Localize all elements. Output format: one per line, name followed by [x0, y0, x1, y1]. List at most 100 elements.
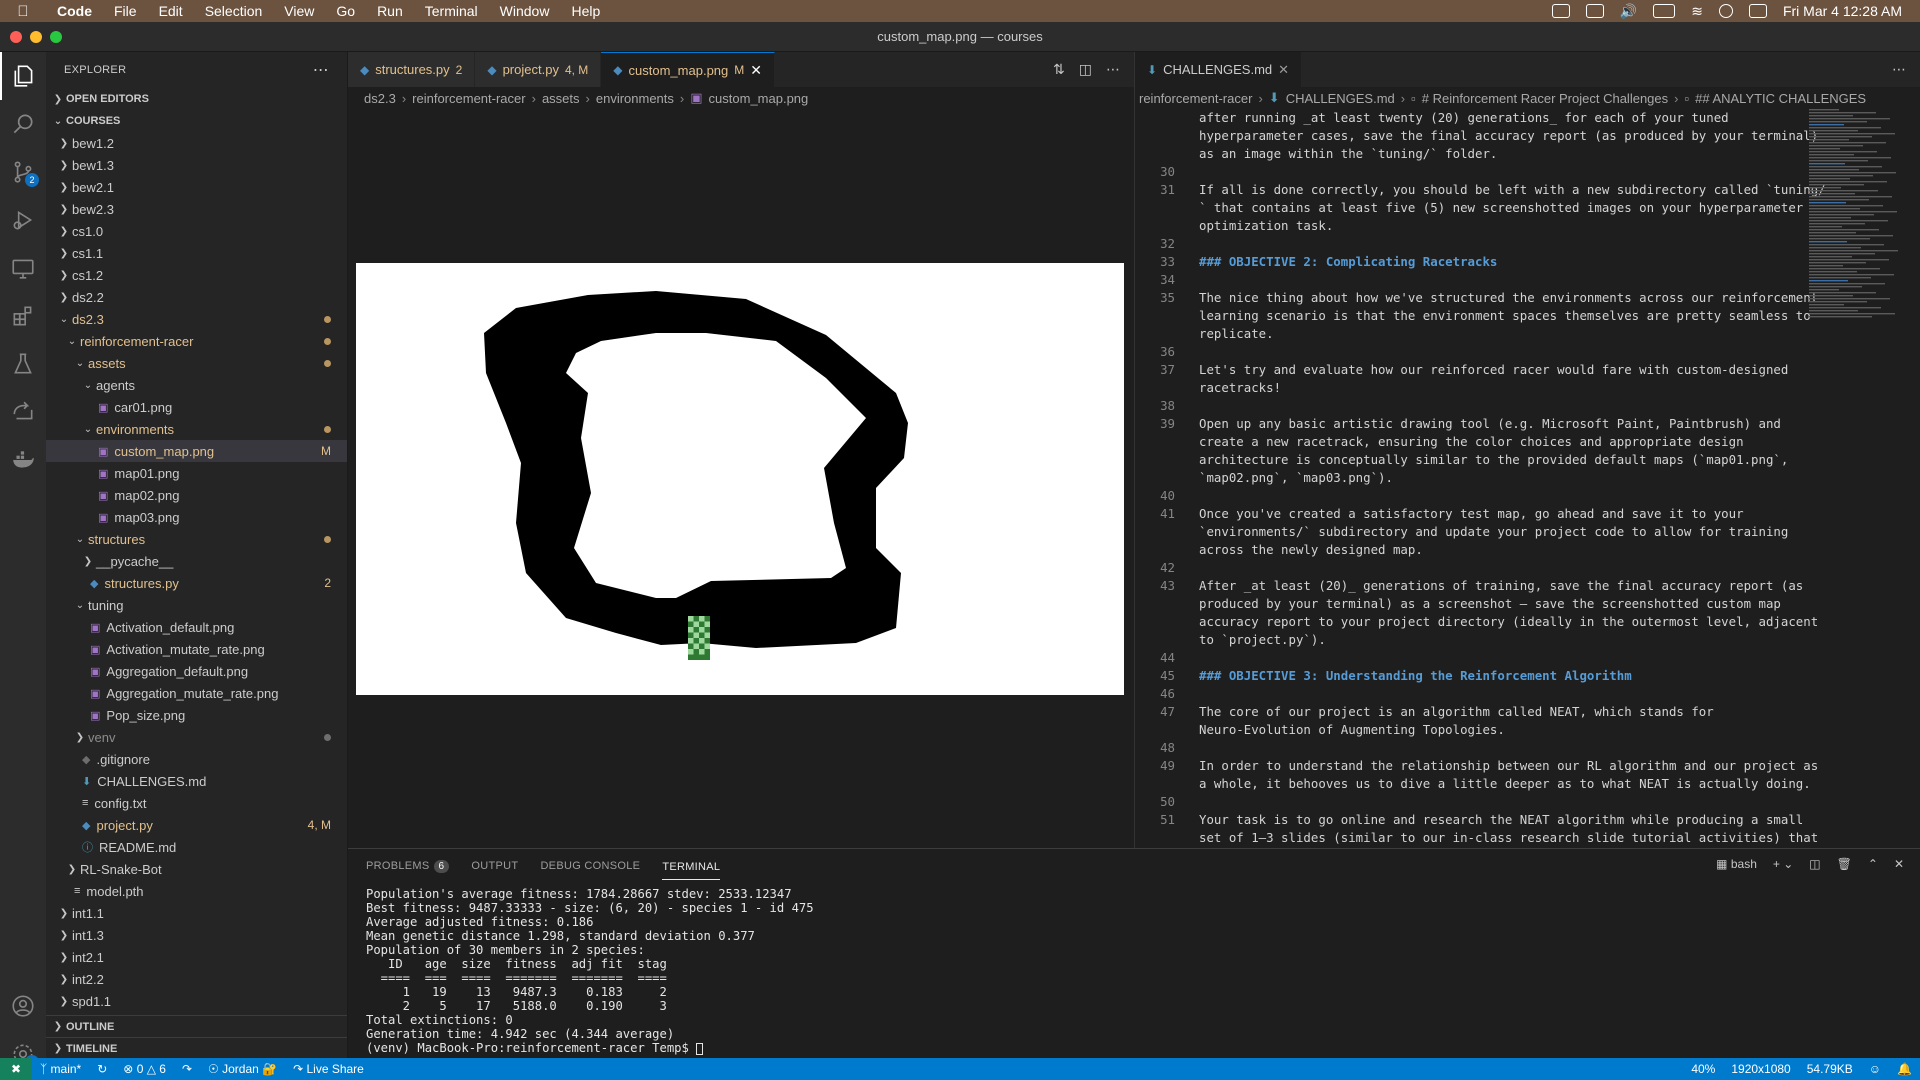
menu-run[interactable]: Run — [366, 3, 414, 19]
folder-item[interactable]: ❯ venv — [46, 726, 347, 748]
run-debug-activity[interactable] — [0, 196, 46, 244]
folder-item[interactable]: ⌄ tuning — [46, 594, 347, 616]
file-item[interactable]: ≡ model.pth — [46, 880, 347, 902]
remote-explorer-activity[interactable] — [0, 244, 46, 292]
file-item[interactable]: ⬇ CHALLENGES.md — [46, 770, 347, 792]
menu-edit[interactable]: Edit — [148, 3, 194, 19]
folder-item[interactable]: ❯ int2.1 — [46, 946, 347, 968]
folder-item[interactable]: ❯ ds2.2 — [46, 286, 347, 308]
testing-activity[interactable] — [0, 340, 46, 388]
folder-item[interactable]: ⌄ reinforcement-racer — [46, 330, 347, 352]
tab-output[interactable]: OUTPUT — [471, 860, 518, 872]
live-share-icon[interactable]: ↷ — [174, 1062, 200, 1076]
folder-item[interactable]: ❯ int1.3 — [46, 924, 347, 946]
menu-app-code[interactable]: Code — [46, 3, 103, 19]
source-control-activity[interactable]: 2 — [0, 148, 46, 196]
folder-item[interactable]: ❯ cs1.1 — [46, 242, 347, 264]
split-editor-icon[interactable]: ◫ — [1079, 61, 1092, 78]
folder-item[interactable]: ❯ __pycache__ — [46, 550, 347, 572]
tab-debug-console[interactable]: DEBUG CONSOLE — [540, 860, 640, 872]
notifications-icon[interactable]: 🔔 — [1889, 1062, 1920, 1076]
tab-custom-map-png[interactable]: ◆ custom_map.png M ✕ — [601, 52, 775, 87]
docker-activity[interactable] — [0, 436, 46, 484]
more-actions-icon[interactable]: ⋯ — [1892, 61, 1906, 78]
file-item[interactable]: ⓘ README.md — [46, 836, 347, 858]
breadcrumb-item[interactable]: ## ANALYTIC CHALLENGES — [1695, 91, 1866, 106]
open-editors-section[interactable]: ❯ OPEN EDITORS — [46, 88, 347, 110]
file-item[interactable]: ▣ map02.png — [46, 484, 347, 506]
minimize-window-button[interactable] — [30, 31, 42, 43]
remote-indicator-icon[interactable]: ✖ — [0, 1058, 32, 1080]
explorer-activity[interactable] — [0, 52, 46, 100]
folder-item[interactable]: ❯ bew2.3 — [46, 198, 347, 220]
file-item[interactable]: ▣ map01.png — [46, 462, 347, 484]
courses-section[interactable]: ⌄ COURSES — [46, 110, 347, 132]
file-item[interactable]: ▣ car01.png — [46, 396, 347, 418]
menu-help[interactable]: Help — [560, 3, 611, 19]
live-share-button[interactable]: ↷ Live Share — [285, 1062, 372, 1076]
search-icon[interactable] — [1718, 4, 1733, 18]
menubar-clock[interactable]: Fri Mar 4 12:28 AM — [1783, 3, 1902, 19]
new-terminal-icon[interactable]: + ⌄ — [1773, 857, 1793, 871]
close-window-button[interactable] — [10, 31, 22, 43]
folder-item[interactable]: ❯ int2.2 — [46, 968, 347, 990]
folder-item[interactable]: ❯ int1.1 — [46, 902, 347, 924]
folder-item[interactable]: ❯ bew2.1 — [46, 176, 347, 198]
folder-item[interactable]: ⌄ ds2.3 — [46, 308, 347, 330]
battery-icon[interactable] — [1653, 4, 1676, 18]
tab-terminal[interactable]: TERMINAL — [662, 853, 721, 880]
problems-indicator[interactable]: ⊗ 0 △ 6 — [115, 1062, 174, 1076]
timeline-section[interactable]: ❯ TIMELINE — [46, 1037, 347, 1059]
search-activity[interactable] — [0, 100, 46, 148]
minimap[interactable] — [1805, 109, 1915, 319]
sync-icon[interactable]: ↻ — [89, 1062, 115, 1076]
folder-item[interactable]: ⌄ structures — [46, 528, 347, 550]
folder-item[interactable]: ❯ RL-Snake-Bot — [46, 858, 347, 880]
tab-challenges-md[interactable]: ⬇ CHALLENGES.md ✕ — [1135, 52, 1303, 87]
folder-item[interactable]: ❯ spd1.1 — [46, 990, 347, 1012]
split-terminal-icon[interactable]: ◫ — [1809, 857, 1820, 871]
file-item[interactable]: ◆ structures.py 2 — [46, 572, 347, 594]
volume-icon[interactable]: 🔊 — [1620, 3, 1637, 20]
file-item[interactable]: ◆ project.py 4, M — [46, 814, 347, 836]
menu-go[interactable]: Go — [325, 3, 366, 19]
file-item[interactable]: ▣ Aggregation_default.png — [46, 660, 347, 682]
trash-icon[interactable]: 🗑 — [1837, 857, 1852, 871]
file-item[interactable]: ▣ custom_map.png M — [46, 440, 347, 462]
file-item[interactable]: ▣ Activation_default.png — [46, 616, 347, 638]
file-item[interactable]: ▣ Pop_size.png — [46, 704, 347, 726]
live-share-activity[interactable] — [0, 388, 46, 436]
close-panel-icon[interactable]: ✕ — [1894, 857, 1904, 871]
git-branch[interactable]: ᛉ main* — [32, 1062, 89, 1076]
folder-item[interactable]: ❯ bew1.3 — [46, 154, 347, 176]
tab-project-py[interactable]: ◆ project.py 4, M — [475, 52, 602, 87]
close-tab-icon[interactable]: ✕ — [1278, 62, 1289, 78]
more-actions-icon[interactable]: ⋯ — [1106, 61, 1120, 78]
menu-view[interactable]: View — [273, 3, 325, 19]
file-item[interactable]: ▣ Aggregation_mutate_rate.png — [46, 682, 347, 704]
account-status[interactable]: ☉ Jordan 🔐 — [200, 1062, 285, 1076]
keyboard-icon[interactable] — [1585, 4, 1604, 18]
folder-item[interactable]: ❯ cs1.0 — [46, 220, 347, 242]
tab-problems[interactable]: PROBLEMS 6 — [366, 860, 450, 873]
tab-structures-py[interactable]: ◆ structures.py 2 — [348, 52, 476, 87]
wifi-icon[interactable]: ≋ — [1691, 3, 1703, 20]
outline-section[interactable]: ❯ OUTLINE — [46, 1015, 347, 1037]
folder-item[interactable]: ❯ cs1.2 — [46, 264, 347, 286]
more-actions-icon[interactable]: ⋯ — [313, 60, 329, 80]
maximize-panel-icon[interactable]: ⌃ — [1868, 857, 1878, 871]
feedback-icon[interactable]: ☺ — [1861, 1062, 1889, 1076]
zoom-window-button[interactable] — [50, 31, 62, 43]
file-item[interactable]: ▣ Activation_mutate_rate.png — [46, 638, 347, 660]
breadcrumb-item[interactable]: reinforcement-racer — [1139, 91, 1252, 106]
menu-window[interactable]: Window — [489, 3, 561, 19]
close-tab-icon[interactable]: ✕ — [750, 62, 762, 79]
folder-item[interactable]: ⌄ agents — [46, 374, 347, 396]
accounts-activity[interactable] — [0, 982, 46, 1030]
folder-item[interactable]: ⌄ assets — [46, 352, 347, 374]
breadcrumb-item[interactable]: custom_map.png — [709, 91, 809, 106]
menu-file[interactable]: File — [103, 3, 148, 19]
breadcrumb-item[interactable]: # Reinforcement Racer Project Challenges — [1422, 91, 1668, 106]
menu-selection[interactable]: Selection — [194, 3, 274, 19]
file-item[interactable]: ≡ config.txt — [46, 792, 347, 814]
